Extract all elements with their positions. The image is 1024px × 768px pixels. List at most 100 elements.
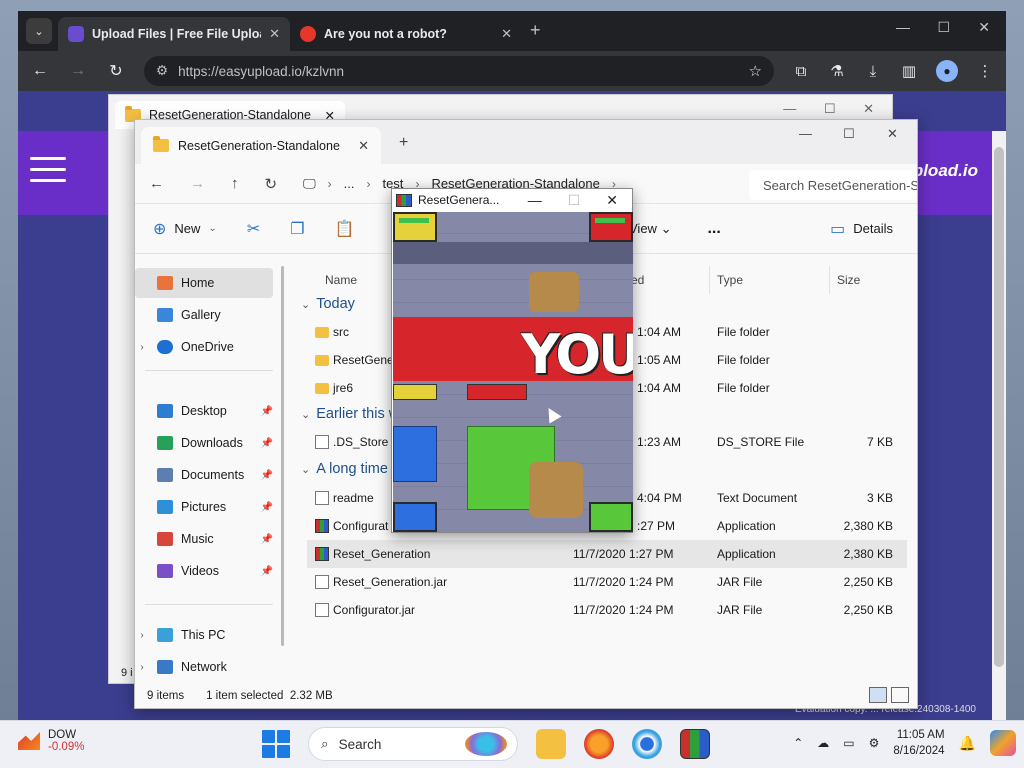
details-button[interactable]: ▭ Details [830, 219, 893, 239]
game-canvas[interactable]: YOU [393, 212, 633, 532]
close-icon[interactable]: ✕ [978, 19, 990, 36]
notification-bell-icon[interactable]: 🔔 [959, 735, 976, 752]
column-header-type[interactable]: Type [717, 266, 743, 294]
close-tab-icon[interactable]: ✕ [501, 26, 512, 42]
copy-icon[interactable]: ❐ [290, 219, 304, 239]
group-header-earlier-this-week[interactable]: ⌄ Earlier this w [301, 406, 399, 422]
column-separator[interactable] [829, 266, 830, 294]
tab-search-button[interactable]: ⌄ [26, 18, 52, 44]
file-row-selected[interactable]: Reset_Generation 11/7/2020 1:27 PM Appli… [307, 540, 907, 568]
breadcrumb-ellipsis[interactable]: ... [344, 176, 355, 191]
pin-icon[interactable]: 📌 [261, 566, 273, 577]
selection-info: 1 item selected 2.32 MB [206, 690, 333, 702]
address-bar[interactable]: ⚙ https://easyupload.io/kzlvnn ☆ [144, 56, 774, 86]
pin-icon[interactable]: 📌 [261, 406, 273, 417]
minimize-icon[interactable]: — [799, 126, 812, 141]
more-options-button[interactable]: ... [707, 220, 720, 238]
tiles-view-icon[interactable] [891, 687, 909, 703]
maximize-icon[interactable]: ☐ [937, 19, 950, 36]
download-icon[interactable]: ⤓ [864, 63, 882, 80]
chevron-right-icon[interactable]: › [135, 630, 149, 641]
background-window-controls[interactable]: — ☐ ✕ [783, 101, 874, 117]
details-view-icon[interactable] [869, 687, 887, 703]
file-explorer-taskbar-icon[interactable] [536, 729, 566, 759]
firefox-taskbar-icon[interactable] [584, 729, 614, 759]
column-header-name[interactable]: Name [325, 266, 357, 294]
display-icon[interactable]: ▭ [843, 736, 854, 750]
group-header-a-long-time-ago[interactable]: ⌄ A long time [301, 461, 388, 477]
up-icon[interactable]: ↑ [231, 175, 239, 192]
refresh-icon[interactable]: ↻ [265, 175, 278, 193]
side-panel-icon[interactable]: ▥ [900, 62, 918, 80]
column-header-size[interactable]: Size [837, 266, 860, 294]
chevron-right-icon[interactable]: › [135, 342, 149, 353]
explorer-tab[interactable]: ResetGeneration-Standalone ✕ [141, 127, 381, 164]
system-tray: ⌃ ☁ ▭ ⚙ 11:05 AM 8/16/2024 🔔 [793, 727, 1016, 759]
chevron-right-icon[interactable]: › [135, 662, 149, 673]
sidebar-item-network[interactable]: › Network [135, 652, 273, 682]
minimize-icon[interactable]: — [528, 192, 542, 209]
profile-avatar[interactable]: ● [936, 60, 958, 82]
cut-icon[interactable]: ✂ [247, 219, 260, 239]
sidebar-item-home[interactable]: Home [135, 268, 273, 298]
file-row[interactable]: Configurator.jar 11/7/2020 1:24 PM JAR F… [307, 596, 907, 624]
bookmark-star-icon[interactable]: ☆ [749, 62, 762, 80]
copilot-icon[interactable] [990, 730, 1016, 756]
new-tab-icon[interactable]: + [530, 20, 541, 41]
sidebar-item-downloads[interactable]: Downloads 📌 [135, 428, 273, 458]
game-title-bar[interactable]: ResetGenera... — ☐ ✕ [392, 189, 632, 211]
sidebar-item-music[interactable]: Music 📌 [135, 524, 273, 554]
cloud-offline-icon[interactable]: ☁ [817, 736, 829, 750]
group-header-today[interactable]: ⌄ Today [301, 296, 355, 312]
browser-tab-upload[interactable]: Upload Files | Free File Upload ✕ [58, 17, 290, 51]
pin-icon[interactable]: 📌 [261, 534, 273, 545]
new-button[interactable]: ⊕ New ⌄ [153, 219, 217, 239]
start-button[interactable] [262, 730, 290, 758]
sidebar-item-gallery[interactable]: Gallery [135, 300, 273, 330]
chevron-up-icon[interactable]: ⌃ [793, 736, 803, 750]
chrome-taskbar-icon[interactable] [632, 729, 662, 759]
sidebar-item-pictures[interactable]: Pictures 📌 [135, 492, 273, 522]
site-logo[interactable]: pload.io [913, 161, 978, 181]
back-icon[interactable]: ← [30, 62, 50, 80]
taskbar-search[interactable]: ⌕ Search [308, 727, 518, 761]
close-icon[interactable]: ✕ [887, 126, 898, 142]
sidebar-item-onedrive[interactable]: › OneDrive [135, 332, 273, 362]
sidebar-item-documents[interactable]: Documents 📌 [135, 460, 273, 490]
labs-icon[interactable]: ⚗ [828, 62, 846, 80]
pin-icon[interactable]: 📌 [261, 470, 273, 481]
site-info-icon[interactable]: ⚙ [156, 63, 168, 79]
game-taskbar-icon[interactable] [680, 729, 710, 759]
monitor-icon[interactable]: 🖵 [303, 176, 316, 192]
clock[interactable]: 11:05 AM 8/16/2024 [893, 727, 944, 759]
close-tab-icon[interactable]: ✕ [358, 138, 369, 154]
forward-icon[interactable]: → [190, 175, 205, 192]
close-icon[interactable]: ✕ [606, 192, 618, 209]
menu-dots-icon[interactable]: ⋮ [976, 62, 994, 80]
network-status-icon[interactable]: ⚙ [869, 736, 880, 750]
close-tab-icon[interactable]: ✕ [269, 26, 280, 42]
file-row[interactable]: Reset_Generation.jar 11/7/2020 1:24 PM J… [307, 568, 907, 596]
new-tab-icon[interactable]: + [399, 134, 408, 152]
sidebar-scrollbar[interactable] [281, 266, 284, 646]
paste-icon[interactable]: 📋 [335, 219, 355, 239]
extensions-icon[interactable]: ⧉ [792, 63, 810, 80]
page-scrollbar-thumb[interactable] [994, 147, 1004, 667]
sidebar-item-videos[interactable]: Videos 📌 [135, 556, 273, 586]
view-button[interactable]: View ⌄ [629, 221, 671, 237]
hamburger-menu-icon[interactable] [30, 157, 66, 190]
reload-icon[interactable]: ↻ [106, 61, 126, 81]
column-separator[interactable] [709, 266, 710, 294]
minimize-icon[interactable]: — [896, 19, 910, 35]
sidebar-item-desktop[interactable]: Desktop 📌 [135, 396, 273, 426]
pin-icon[interactable]: 📌 [261, 438, 273, 449]
pin-icon[interactable]: 📌 [261, 502, 273, 513]
back-icon[interactable]: ← [149, 175, 164, 192]
column-header-modified[interactable]: ed [631, 266, 644, 294]
search-input[interactable]: Search ResetGeneration-Standalone [749, 170, 917, 200]
stock-widget[interactable]: DOW -0.09% [18, 729, 84, 753]
maximize-icon[interactable]: ☐ [843, 126, 855, 142]
browser-tab-robot[interactable]: Are you not a robot? ✕ [290, 17, 522, 51]
sidebar-item-this-pc[interactable]: › This PC [135, 620, 273, 650]
forward-icon[interactable]: → [68, 62, 88, 80]
